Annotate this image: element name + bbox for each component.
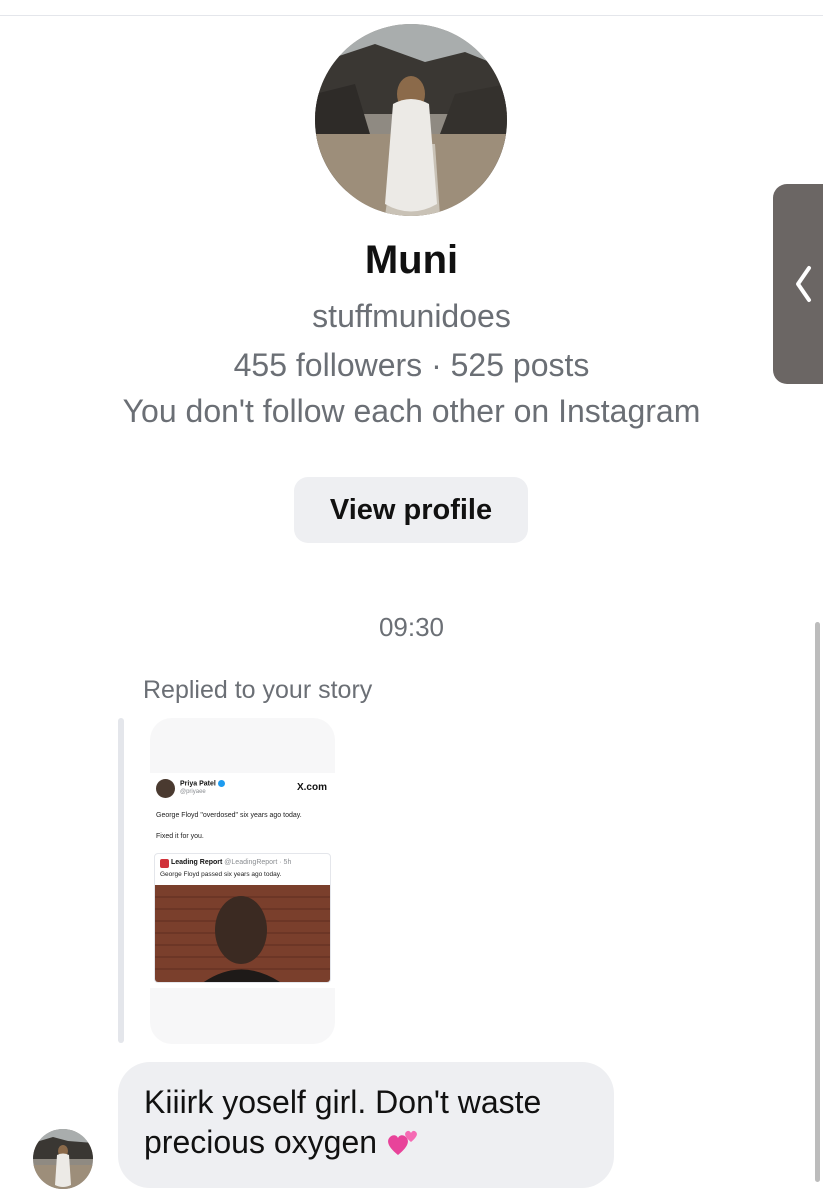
tweet-source: X.com — [296, 782, 327, 793]
tweet-author: Priya Patel — [180, 780, 225, 787]
tweet-screenshot: Priya Patel @priyaee X.com George Floyd … — [150, 773, 335, 988]
message-bubble[interactable]: Kiiirk yoself girl. Don't waste precious… — [118, 1062, 614, 1188]
view-profile-button[interactable]: View profile — [294, 477, 528, 543]
verified-icon — [217, 780, 225, 787]
reply-indicator-line — [118, 718, 124, 1043]
scrollbar[interactable] — [815, 622, 820, 1182]
two-hearts-icon — [387, 1130, 417, 1155]
message-text: Kiiirk yoself girl. Don't waste precious… — [144, 1084, 542, 1160]
top-divider — [0, 15, 823, 16]
side-panel-tab[interactable] — [773, 184, 823, 384]
leading-report-logo — [160, 859, 169, 868]
tweet-text: Fixed it for you. — [156, 833, 204, 840]
quoted-tweet-text: George Floyd passed six years ago today. — [160, 871, 282, 878]
story-reply-label: Replied to your story — [143, 676, 373, 704]
profile-name: Muni — [364, 238, 459, 282]
sender-avatar[interactable] — [33, 1129, 93, 1189]
quoted-tweet: Leading Report @LeadingReport · 5h Georg… — [154, 853, 331, 983]
tweet-author-avatar — [156, 779, 175, 798]
chevron-left-icon — [796, 266, 811, 302]
quoted-tweet-photo — [155, 885, 330, 982]
quoted-tweet-author: Leading Report @LeadingReport · 5h — [171, 859, 292, 866]
profile-username: stuffmunidoes — [312, 298, 511, 334]
story-preview[interactable]: Priya Patel @priyaee X.com George Floyd … — [150, 718, 335, 1044]
tweet-handle: @priyaee — [180, 789, 206, 795]
profile-avatar[interactable] — [315, 24, 507, 216]
profile-stats: 455 followers · 525 posts — [233, 347, 590, 383]
tweet-text: George Floyd "overdosed" six years ago t… — [156, 812, 302, 819]
message-timestamp: 09:30 — [378, 612, 445, 642]
follow-status: You don't follow each other on Instagram — [122, 393, 701, 429]
